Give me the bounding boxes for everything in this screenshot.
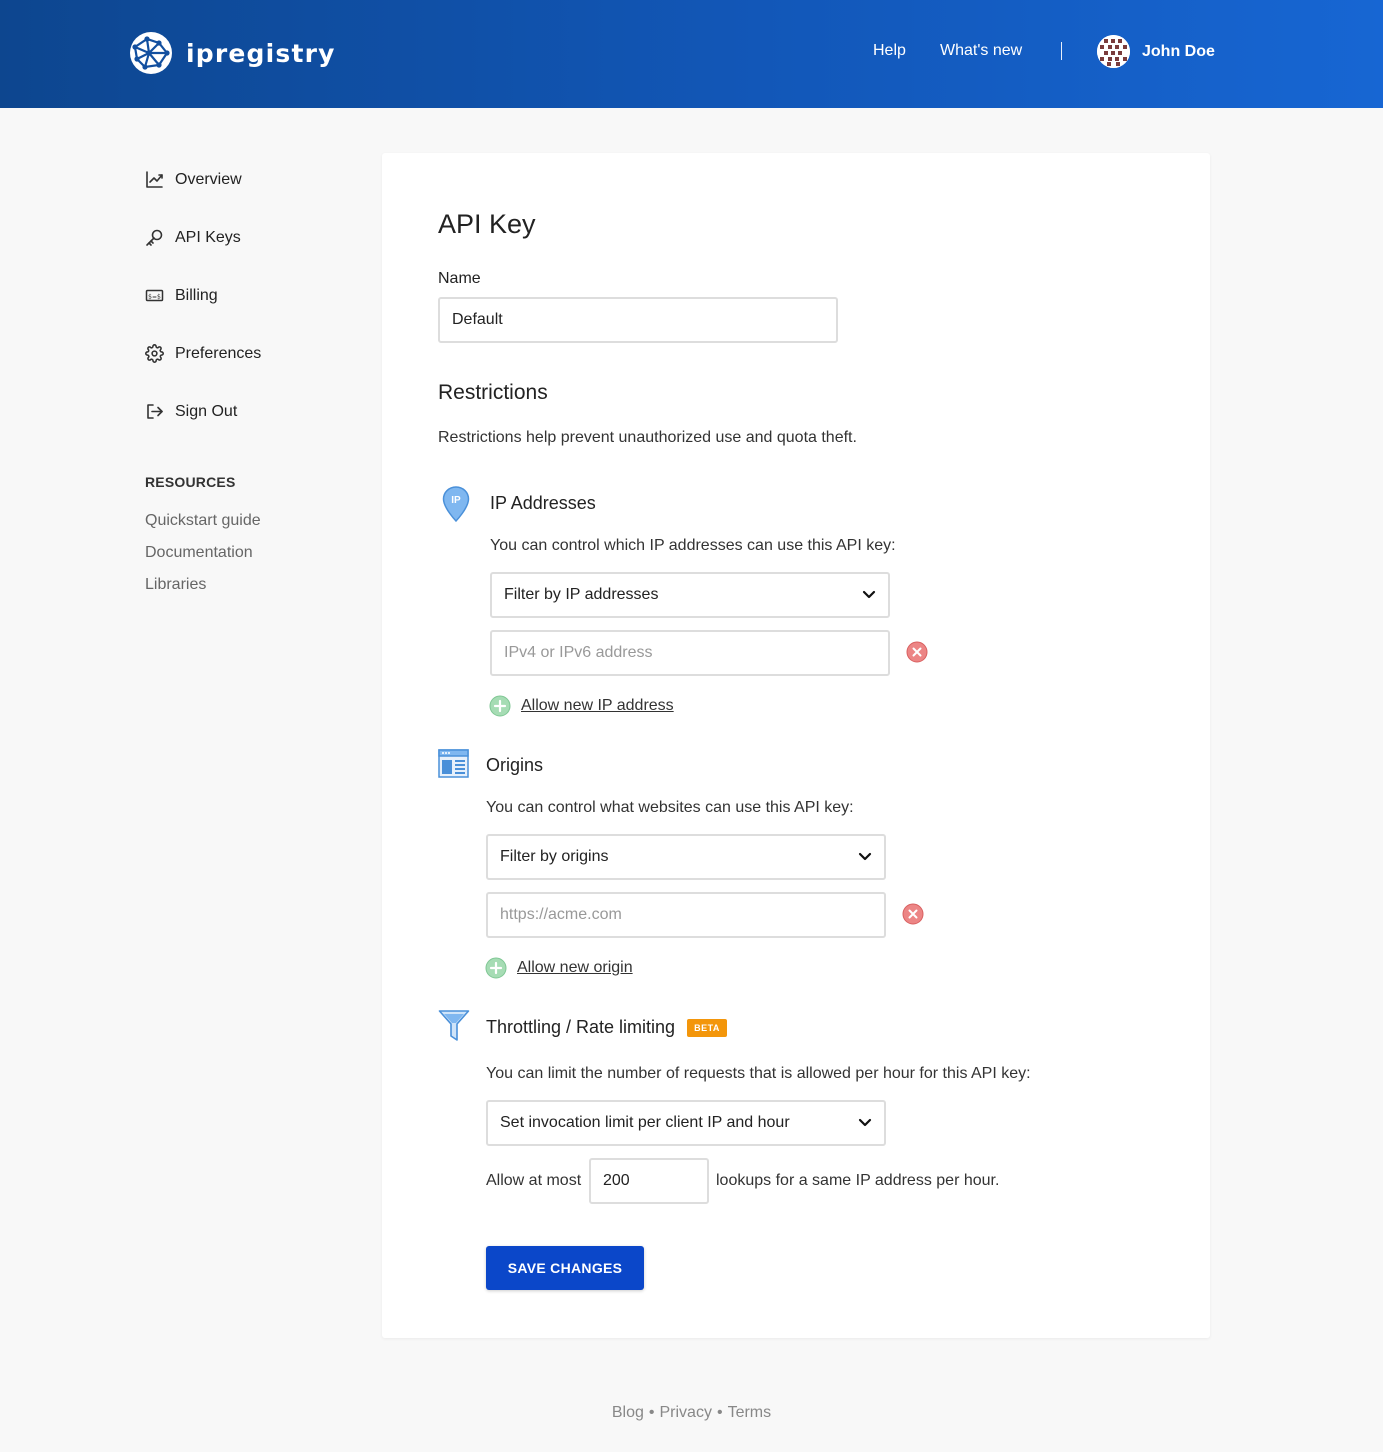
- plus-circle-icon: [485, 957, 507, 979]
- footer: Blog • Privacy • Terms: [0, 1404, 1383, 1422]
- restrictions-description: Restrictions help prevent unauthorized u…: [438, 429, 857, 446]
- ip-pin-icon: IP: [442, 486, 470, 527]
- ip-filter-select[interactable]: Filter by IP addresses: [490, 572, 890, 618]
- limit-prefix-text: Allow at most: [486, 1172, 582, 1189]
- resources-heading: RESOURCES: [145, 474, 236, 490]
- restrictions-heading: Restrictions: [438, 381, 548, 404]
- ip-addresses-description: You can control which IP addresses can u…: [490, 537, 896, 554]
- sidebar-item-label: API Keys: [175, 228, 241, 246]
- ip-addresses-heading: IP Addresses: [490, 493, 596, 513]
- ip-pin-text: IP: [451, 495, 461, 506]
- sidebar-item-api-keys[interactable]: API Keys: [145, 228, 241, 247]
- sidebar-item-label: Billing: [175, 286, 218, 304]
- origins-filter-select[interactable]: Filter by origins: [486, 834, 886, 880]
- throttling-mode-value: Set invocation limit per client IP and h…: [500, 1114, 790, 1131]
- brand-logo[interactable]: ipregistry: [129, 31, 336, 75]
- throttling-heading: Throttling / Rate limiting: [486, 1017, 676, 1037]
- remove-ip-icon[interactable]: [906, 641, 928, 668]
- svg-text:$=$: $=$: [148, 293, 161, 300]
- sidebar-item-label: Preferences: [175, 344, 262, 362]
- key-icon: [145, 228, 164, 247]
- footer-separator: •: [648, 1404, 655, 1421]
- resource-link-quickstart[interactable]: Quickstart guide: [145, 512, 261, 530]
- user-menu[interactable]: John Doe: [1097, 35, 1215, 68]
- origins-heading: Origins: [486, 755, 544, 775]
- billing-icon: $=$: [145, 286, 164, 305]
- brand-name: ipregistry: [186, 38, 336, 68]
- save-changes-button[interactable]: SAVE CHANGES: [486, 1246, 644, 1290]
- sidebar-item-billing[interactable]: $=$ Billing: [145, 286, 218, 305]
- origins-filter-value: Filter by origins: [500, 848, 609, 865]
- name-label: Name: [438, 270, 481, 287]
- chevron-down-icon: [862, 590, 876, 599]
- allow-new-origin-label: Allow new origin: [517, 959, 633, 976]
- globe-logo-icon: [130, 32, 172, 74]
- sidebar-item-sign-out[interactable]: Sign Out: [145, 402, 237, 421]
- allow-new-ip-label: Allow new IP address: [521, 697, 674, 714]
- name-field[interactable]: [438, 297, 838, 343]
- sidebar-item-preferences[interactable]: Preferences: [145, 344, 261, 363]
- remove-origin-icon[interactable]: [902, 903, 924, 930]
- origins-description: You can control what websites can use th…: [486, 799, 854, 816]
- top-header: ipregistry Help What's new John Doe: [0, 0, 1383, 108]
- throttling-description: You can limit the number of requests tha…: [486, 1065, 1031, 1082]
- throttling-heading-row: Throttling / Rate limiting BETA: [486, 1017, 727, 1038]
- throttling-mode-select[interactable]: Set invocation limit per client IP and h…: [486, 1100, 886, 1146]
- sidebar-item-overview[interactable]: Overview: [145, 170, 242, 189]
- footer-link-blog[interactable]: Blog: [612, 1404, 644, 1421]
- sidebar-item-label: Sign Out: [175, 402, 238, 420]
- ip-address-input[interactable]: [490, 630, 890, 676]
- plus-circle-icon: [489, 695, 511, 717]
- gear-icon: [145, 344, 164, 363]
- ip-filter-value: Filter by IP addresses: [504, 586, 659, 603]
- footer-link-privacy[interactable]: Privacy: [660, 1404, 712, 1421]
- limit-suffix-text: lookups for a same IP address per hour.: [716, 1172, 1000, 1189]
- limit-value-input[interactable]: [589, 1158, 709, 1204]
- nav-divider: [1061, 42, 1062, 60]
- nav-whats-new-link[interactable]: What's new: [940, 42, 1022, 60]
- chevron-down-icon: [858, 1118, 872, 1127]
- page-title: API Key: [438, 209, 536, 239]
- beta-badge: BETA: [687, 1018, 727, 1037]
- footer-link-terms[interactable]: Terms: [728, 1404, 772, 1421]
- api-key-card: API Key Name Restrictions Restrictions h…: [382, 153, 1210, 1338]
- sign-out-icon: [145, 402, 164, 421]
- allow-new-ip-link[interactable]: Allow new IP address: [489, 695, 674, 717]
- resource-link-documentation[interactable]: Documentation: [145, 544, 253, 562]
- avatar: [1097, 35, 1130, 68]
- origin-input[interactable]: [486, 892, 886, 938]
- chart-line-icon: [145, 170, 164, 189]
- resource-link-libraries[interactable]: Libraries: [145, 576, 206, 594]
- funnel-icon: [438, 1009, 470, 1047]
- browser-window-icon: [438, 749, 469, 783]
- allow-new-origin-link[interactable]: Allow new origin: [485, 957, 633, 979]
- sidebar-item-label: Overview: [175, 170, 242, 188]
- user-name: John Doe: [1142, 42, 1215, 60]
- footer-separator: •: [716, 1404, 723, 1421]
- chevron-down-icon: [858, 852, 872, 861]
- nav-help-link[interactable]: Help: [873, 42, 906, 60]
